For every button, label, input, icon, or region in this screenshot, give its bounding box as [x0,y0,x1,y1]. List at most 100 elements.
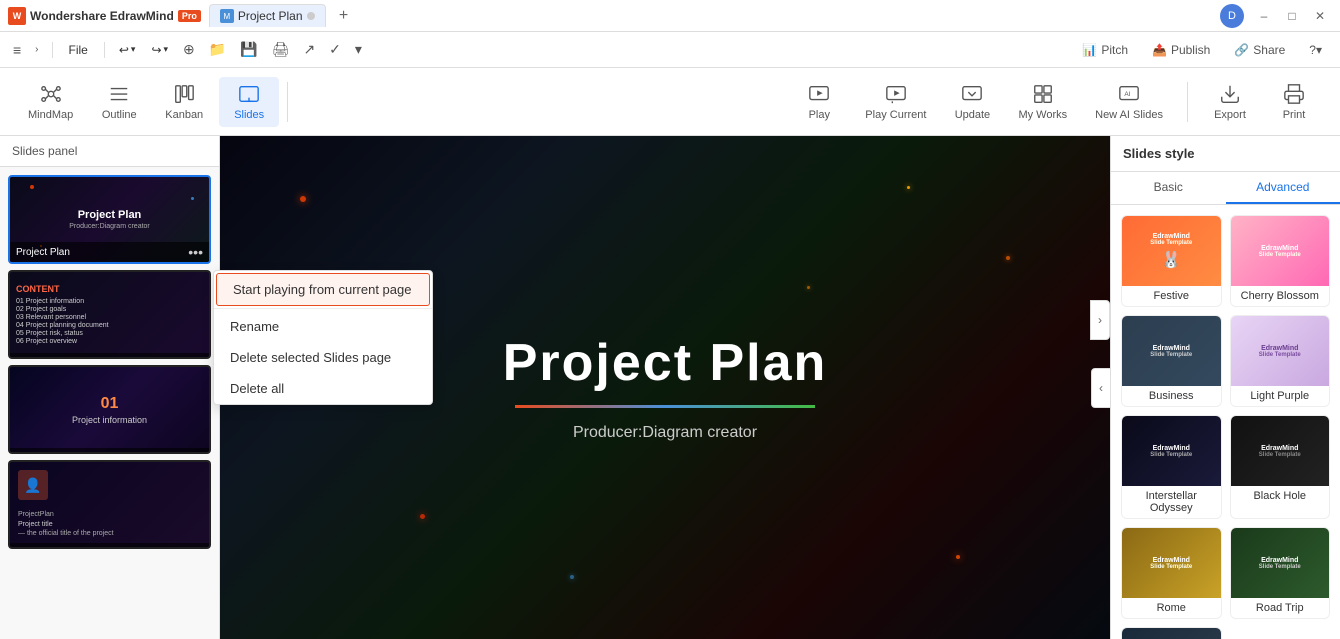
app-logo: W Wondershare EdrawMind Pro [8,7,201,25]
context-menu-delete-all[interactable]: Delete all [214,373,432,404]
export-label: Export [1214,109,1246,121]
update-icon [961,83,983,105]
slides-button[interactable]: Slides [219,77,279,127]
style-card-black-hole[interactable]: EdrawMind Slide Template Black Hole [1230,415,1331,519]
context-menu-rename-label: Rename [230,319,279,334]
update-button[interactable]: Update [942,77,1002,127]
minimize-button[interactable]: – [1252,4,1276,28]
redo-button[interactable]: ↪ ▾ [145,40,174,60]
outline-button[interactable]: Outline [89,77,149,127]
tab-title: Project Plan [238,9,303,23]
active-tab[interactable]: M Project Plan [209,4,326,27]
print-button[interactable]: 🖨 [267,38,295,61]
slide-thumb-2[interactable]: CONTENT 01 Project information 02 Projec… [8,270,211,359]
new-tab-button[interactable]: + [334,6,354,26]
slide-1-title: Project Plan [78,209,142,221]
style-panel: Slides style Basic Advanced EdrawMind Sl… [1110,136,1340,639]
style-card-more-1[interactable]: EdrawMind [1121,627,1222,639]
style-card-festive[interactable]: EdrawMind Slide Template 🐰 Festive [1121,215,1222,307]
kanban-button[interactable]: Kanban [153,77,215,127]
expand-arrow-button[interactable]: › [30,41,43,58]
view-mode-group: MindMap Outline Kanban Slides [16,77,279,127]
new-ai-slides-label: New AI Slides [1095,109,1163,121]
help-button[interactable]: ?▾ [1299,38,1332,62]
logo-icon: W [8,7,26,25]
context-menu-delete-selected-label: Delete selected Slides page [230,350,391,365]
play-current-icon [885,83,907,105]
export-button[interactable]: ↗ [298,38,320,61]
top-toolbar: MindMap Outline Kanban Slides [0,68,1340,136]
mindmap-icon [40,83,62,105]
file-menu[interactable]: File [61,39,96,61]
tab-advanced[interactable]: Advanced [1226,172,1340,204]
slide-thumb-3[interactable]: 01 Project information [8,365,211,454]
style-card-cherry-blossom[interactable]: EdrawMind Slide Template Cherry Blossom [1230,215,1331,307]
task-button[interactable]: ✓ [324,38,346,61]
tab-advanced-label: Advanced [1256,180,1309,194]
context-menu-play-current-label: Start playing from current page [233,282,411,297]
pitch-icon: 📊 [1082,43,1097,57]
slides-panel-header: Slides panel [0,136,219,167]
slide-thumb-1[interactable]: Project Plan Producer:Diagram creator Pr… [8,175,211,264]
slide-2-item-4: 04 Project planning document [16,322,203,329]
slide-thumb-img-2: CONTENT 01 Project information 02 Projec… [10,272,209,357]
style-card-img-festive: EdrawMind Slide Template 🐰 [1122,216,1221,286]
main-layout: Slides panel Project Plan Producer:Diagr… [0,136,1340,639]
style-card-business[interactable]: EdrawMind Slide Template Business [1121,315,1222,407]
slide-1-more-button[interactable]: ••• [188,244,203,260]
export-button-toolbar[interactable]: Export [1200,77,1260,127]
more-options-button[interactable]: ▾ [350,38,367,61]
add-button[interactable]: ⊕ [178,38,200,61]
maximize-button[interactable]: □ [1280,4,1304,28]
style-card-img-lightpurple: EdrawMind Slide Template [1231,316,1330,386]
share-button[interactable]: 🔗 Share [1224,38,1295,62]
style-grid: EdrawMind Slide Template 🐰 Festive Edraw… [1111,205,1340,639]
style-card-img-rome: EdrawMind Slide Template [1122,528,1221,598]
slide-thumb-img-3: 01 Project information [10,367,209,452]
slide-thumb-label-2 [10,353,209,357]
slide-2-item-3: 03 Relevant personnel [16,314,203,321]
pitch-button[interactable]: 📊 Pitch [1072,38,1138,62]
svg-text:AI: AI [1124,90,1130,97]
slides-label: Slides [234,109,264,121]
collapse-sidebar-button[interactable]: ≡ [8,39,26,61]
my-works-button[interactable]: My Works [1006,77,1079,127]
style-card-interstellar[interactable]: EdrawMind Slide Template Interstellar Od… [1121,415,1222,519]
avatar[interactable]: D [1220,4,1244,28]
context-menu-rename[interactable]: Rename [214,311,432,342]
style-card-label-light-purple: Light Purple [1231,386,1330,406]
play-button[interactable]: Play [789,77,849,127]
context-menu-play-current[interactable]: Start playing from current page [216,273,430,306]
new-ai-slides-button[interactable]: AI New AI Slides [1083,77,1175,127]
tab-unsaved-dot [307,12,315,20]
redo-arrow: ▾ [164,44,169,55]
mindmap-button[interactable]: MindMap [16,77,85,127]
play-current-button[interactable]: Play Current [853,77,938,127]
slide-2-item-1: 01 Project information [16,298,203,305]
style-card-road-trip[interactable]: EdrawMind Slide Template Road Trip [1230,527,1331,619]
slides-panel-content: Project Plan Producer:Diagram creator Pr… [0,167,219,639]
close-button[interactable]: ✕ [1308,4,1332,28]
expand-right-button[interactable]: › [1090,300,1110,340]
slide-thumb-4[interactable]: ProjectPlan Project title — the official… [8,460,211,549]
style-panel-header: Slides style [1111,136,1340,172]
slides-toolbar-right: Play Play Current Update My Works [789,77,1324,127]
kanban-icon [173,83,195,105]
toolbar-divider-1 [287,82,288,122]
print-button-toolbar[interactable]: Print [1264,77,1324,127]
save-local-button[interactable]: 💾 [235,38,262,61]
share-label: Share [1253,43,1285,57]
undo-arrow: ▾ [131,44,136,55]
publish-button[interactable]: 📤 Publish [1142,38,1220,62]
collapse-panel-button[interactable]: ‹ [1091,368,1110,408]
slide-thumb-label-4 [10,543,209,547]
canvas-main-title: Project Plan [503,333,828,393]
open-folder-button[interactable]: 📁 [204,38,231,61]
undo-button[interactable]: ↩ ▾ [113,40,142,60]
style-card-label-rome: Rome [1122,598,1221,618]
style-card-light-purple[interactable]: EdrawMind Slide Template Light Purple [1230,315,1331,407]
style-card-rome[interactable]: EdrawMind Slide Template Rome [1121,527,1222,619]
tab-basic[interactable]: Basic [1111,172,1226,204]
context-menu-delete-selected[interactable]: Delete selected Slides page [214,342,432,373]
style-card-img-blackhole: EdrawMind Slide Template [1231,416,1330,486]
